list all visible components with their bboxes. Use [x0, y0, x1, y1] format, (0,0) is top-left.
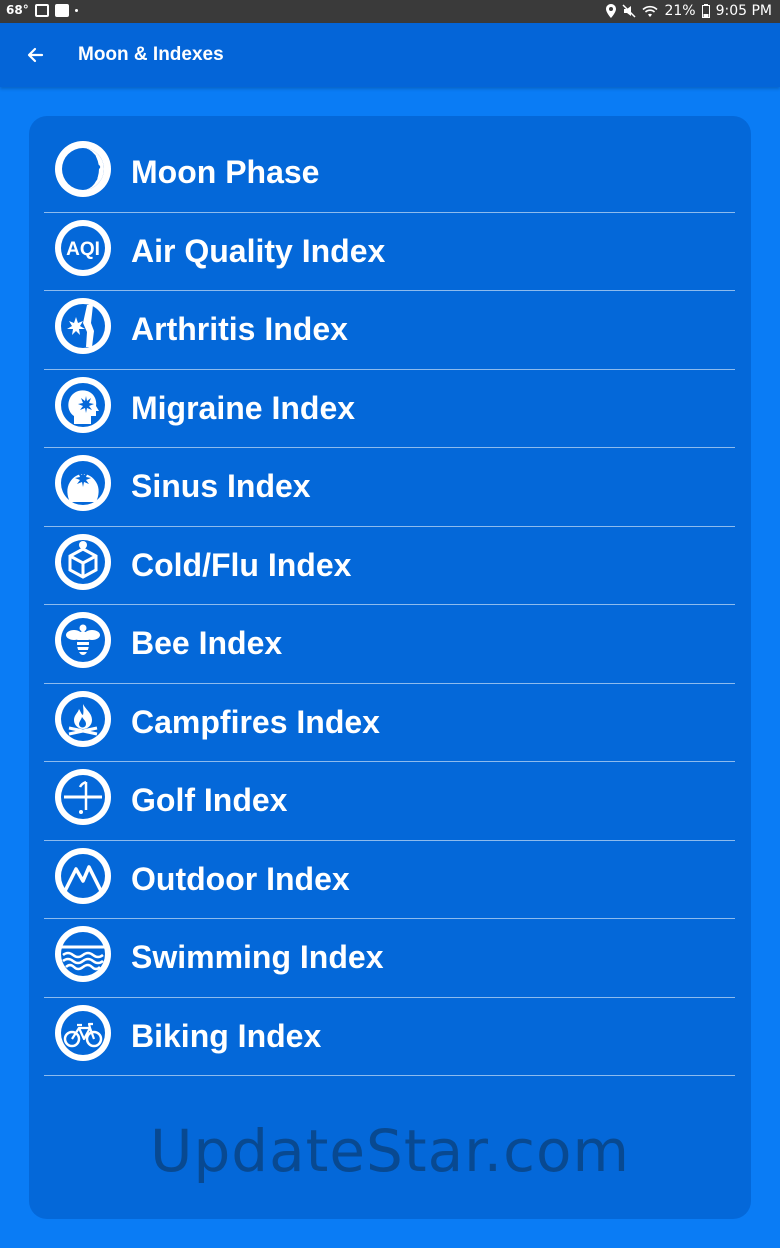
golf-icon — [55, 769, 111, 825]
list-item-label: Arthritis Index — [131, 311, 348, 347]
list-item-label: Migraine Index — [131, 389, 356, 426]
list-item-label: Air Quality Index — [131, 232, 386, 269]
back-button[interactable] — [20, 39, 52, 71]
battery-icon — [701, 4, 710, 18]
bee-icon — [55, 612, 111, 668]
mute-icon — [622, 4, 636, 18]
migraine-icon — [55, 376, 111, 433]
battery-percent: 21% — [664, 3, 696, 19]
waves-icon — [55, 926, 111, 982]
wifi-icon — [642, 5, 659, 17]
list-item-label: Moon Phase — [131, 154, 320, 190]
list-item-label: Campfires Index — [131, 703, 380, 740]
list-item-arthritis[interactable]: Arthritis Index — [44, 291, 735, 370]
list-item-label: Sinus Index — [131, 468, 311, 504]
moon-icon — [55, 141, 111, 197]
mountain-icon — [55, 847, 111, 904]
list-item-label: Swimming Index — [131, 939, 384, 975]
list-item-moon-phase[interactable]: Moon Phase — [44, 134, 735, 213]
list-item-label: Bee Index — [131, 625, 283, 661]
list-item-biking[interactable]: Biking Index — [44, 998, 735, 1076]
more-notifications-icon — [74, 8, 78, 12]
cold-flu-icon — [55, 533, 111, 590]
campfire-icon — [55, 690, 111, 747]
location-icon — [606, 4, 617, 18]
aqi-icon: AQI — [55, 219, 111, 276]
page-title: Moon & Indexes — [78, 44, 224, 65]
svg-text:AQI: AQI — [66, 239, 100, 260]
app-bar: Moon & Indexes — [0, 23, 780, 87]
list-item-label: Golf Index — [131, 782, 288, 818]
list-item-air-quality[interactable]: AQI Air Quality Index — [44, 213, 735, 291]
list-item-outdoor[interactable]: Outdoor Index — [44, 841, 735, 919]
temperature-text: 68° — [6, 3, 29, 17]
list-item-sinus[interactable]: Sinus Index — [44, 448, 735, 527]
index-list: Moon Phase AQI Air Quality Index Arthrit… — [44, 134, 735, 1076]
list-item-migraine[interactable]: Migraine Index — [44, 370, 735, 448]
status-bar: 68° 21% 9:05 PM — [0, 0, 780, 23]
sinus-icon — [55, 455, 111, 511]
image-notification-icon — [34, 3, 49, 17]
list-item-label: Cold/Flu Index — [131, 546, 352, 583]
clock: 9:05 PM — [715, 3, 772, 19]
bicycle-icon — [55, 1004, 111, 1061]
list-item-cold-flu[interactable]: Cold/Flu Index — [44, 527, 735, 605]
arthritis-icon — [55, 298, 111, 354]
flipboard-notification-icon — [54, 3, 69, 17]
list-item-campfires[interactable]: Campfires Index — [44, 684, 735, 762]
watermark: UpdateStar.com — [150, 1117, 630, 1185]
list-item-bee[interactable]: Bee Index — [44, 605, 735, 684]
list-item-golf[interactable]: Golf Index — [44, 762, 735, 841]
arrow-back-icon — [27, 47, 44, 63]
list-item-label: Biking Index — [131, 1017, 322, 1054]
list-item-swimming[interactable]: Swimming Index — [44, 919, 735, 998]
index-list-card: Moon Phase AQI Air Quality Index Arthrit… — [29, 116, 751, 1219]
list-item-label: Outdoor Index — [131, 860, 350, 897]
